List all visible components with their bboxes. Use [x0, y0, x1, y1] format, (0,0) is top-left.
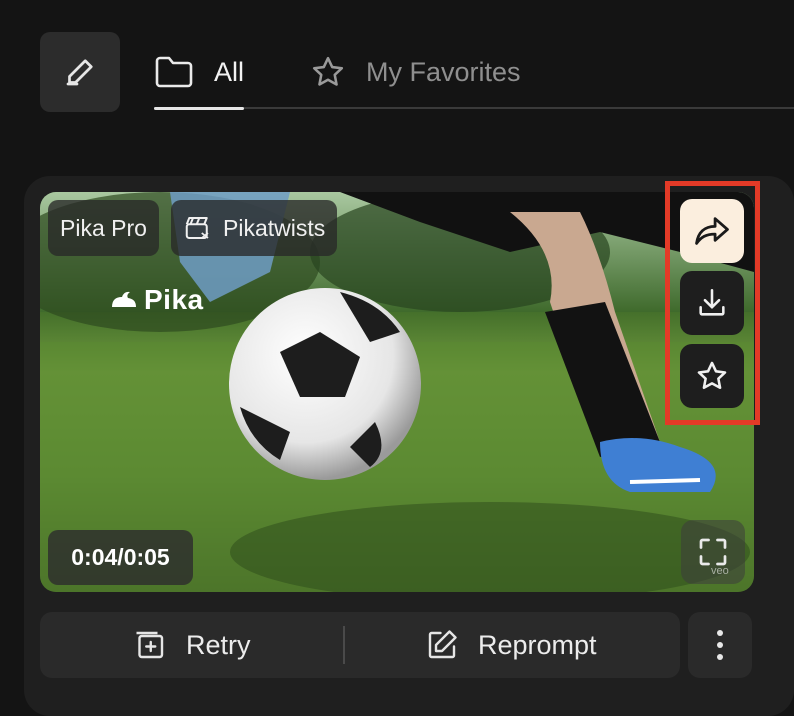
pika-pro-label: Pika Pro [60, 214, 147, 241]
download-icon [699, 288, 725, 316]
rabbit-icon [112, 291, 136, 307]
pika-pro-badge: Pika Pro [48, 200, 159, 256]
edit-icon [428, 630, 457, 659]
retry-icon [136, 631, 164, 659]
pika-logo-text: Pika [144, 284, 204, 315]
button-divider [343, 626, 345, 664]
tab-bar: All My Favorites [154, 36, 794, 110]
favorite-button[interactable] [680, 344, 744, 408]
pikatwists-label: Pikatwists [223, 214, 326, 241]
download-button[interactable] [680, 271, 744, 335]
star-icon [312, 56, 344, 86]
pencil-icon [66, 59, 93, 86]
tab-my-favorites-label: My Favorites [366, 56, 521, 87]
active-tab-indicator [154, 107, 245, 110]
tab-all[interactable]: All [154, 36, 245, 110]
more-dot-icon [717, 630, 723, 636]
reprompt-label: Reprompt [478, 629, 597, 660]
veo-watermark: veo [711, 565, 729, 577]
share-icon [695, 217, 729, 245]
retry-label: Retry [186, 629, 251, 660]
clapperboard-icon [185, 217, 209, 239]
star-icon [697, 361, 727, 390]
folder-icon [155, 56, 193, 88]
tab-my-favorites[interactable]: My Favorites [310, 36, 521, 108]
pikatwists-badge: Pikatwists [171, 200, 338, 256]
timecode-text: 0:04/0:05 [71, 544, 170, 570]
retry-button[interactable]: Retry [132, 612, 251, 678]
share-button[interactable] [680, 199, 744, 263]
more-options-button[interactable] [688, 612, 752, 678]
reprompt-button[interactable]: Reprompt [424, 612, 597, 678]
tab-all-label: All [214, 56, 245, 87]
pika-watermark-logo: Pika [110, 284, 204, 316]
edit-button[interactable] [40, 32, 120, 112]
more-dot-icon [717, 654, 723, 660]
video-timecode: 0:04/0:05 [48, 530, 193, 585]
more-dot-icon [717, 642, 723, 648]
